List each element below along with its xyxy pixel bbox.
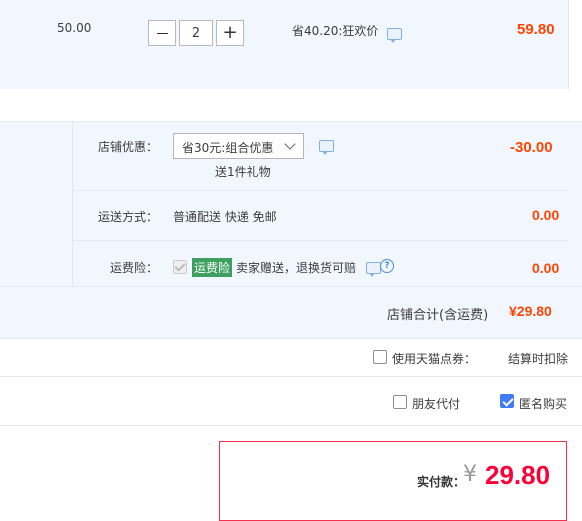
- shop-total-label: 店铺合计(含运费): [387, 308, 489, 323]
- shop-total-amount: ¥29.80: [509, 303, 552, 319]
- row-separator: [72, 190, 568, 191]
- tmall-points-value: 结算时扣除: [508, 352, 569, 366]
- shop-discount-label: 店铺优惠：: [98, 140, 159, 154]
- actual-pay-amount: 29.80: [485, 460, 551, 490]
- currency-symbol: ¥: [463, 462, 477, 487]
- help-icon[interactable]: ?: [380, 259, 394, 273]
- gift-text: 送1件礼物: [215, 165, 271, 179]
- shop-divider: [72, 122, 73, 286]
- insurance-text: 卖家赠送，退换货可赔: [236, 261, 357, 275]
- insurance-label: 运费险：: [110, 261, 159, 275]
- payment-summary-box: 实付款： ¥ 29.80: [219, 441, 567, 521]
- tmall-points-label[interactable]: 使用天猫点券：: [392, 350, 476, 367]
- promo-text: 省40.20:狂欢价: [292, 24, 379, 38]
- row-separator: [0, 425, 582, 426]
- row-separator: [0, 286, 582, 287]
- discount-selected-text: 省30元:组合优惠: [182, 141, 274, 155]
- anonymous-purchase-label[interactable]: 匿名购买: [519, 395, 567, 412]
- anonymous-purchase-checkbox[interactable]: [500, 394, 514, 408]
- shop-discount-select[interactable]: 省30元:组合优惠: [173, 133, 304, 159]
- row-separator: [72, 240, 568, 241]
- shipping-amount: 0.00: [532, 207, 560, 223]
- actual-pay-label: 实付款：: [417, 475, 466, 489]
- unit-price: 50.00: [57, 21, 92, 35]
- minus-icon: [156, 32, 168, 34]
- plus-icon: +: [222, 22, 238, 43]
- item-row: [0, 0, 569, 89]
- row-separator: [0, 376, 582, 377]
- quantity-input[interactable]: 2: [179, 20, 213, 46]
- friend-pay-label[interactable]: 朋友代付: [412, 395, 460, 412]
- chat-icon[interactable]: [387, 28, 402, 43]
- friend-pay-checkbox[interactable]: [393, 395, 407, 409]
- quantity-value: 2: [191, 25, 201, 41]
- chat-icon[interactable]: [319, 140, 334, 155]
- quantity-decrease-button[interactable]: [148, 20, 176, 46]
- item-subtotal: 59.80: [517, 21, 555, 38]
- insurance-badge: 运费险: [192, 258, 233, 277]
- chevron-down-icon: [284, 138, 296, 150]
- chat-icon[interactable]: [366, 262, 381, 277]
- quantity-increase-button[interactable]: +: [216, 20, 244, 46]
- shipping-label: 运送方式：: [98, 210, 159, 224]
- discount-amount: -30.00: [510, 139, 553, 156]
- insurance-amount: 0.00: [532, 260, 560, 276]
- shipping-value: 普通配送 快递 免邮: [173, 210, 277, 224]
- tmall-points-checkbox[interactable]: [373, 350, 387, 364]
